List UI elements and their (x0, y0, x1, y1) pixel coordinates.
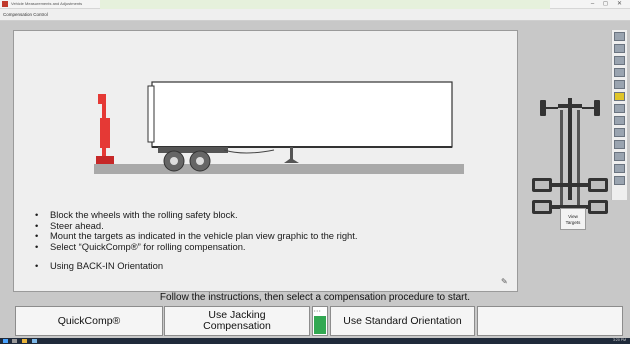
app-taskbar-icon[interactable] (32, 339, 37, 343)
tool-icon[interactable] (614, 104, 625, 113)
screen-title: Compensation Control (3, 12, 48, 17)
tool-icon[interactable] (614, 164, 625, 173)
wrench-icon[interactable]: ✎ (501, 277, 511, 287)
ground-platform (94, 164, 464, 174)
header-bar: Compensation Control (0, 9, 630, 21)
tool-icon[interactable] (614, 128, 625, 137)
folder-icon[interactable] (22, 339, 27, 343)
app-icon (2, 1, 8, 7)
taskbar: 3:20 PM (0, 338, 630, 344)
front-target (540, 100, 546, 116)
tool-icon[interactable] (614, 152, 625, 161)
quickcomp-button[interactable]: QuickComp® (15, 306, 163, 336)
hint-bar (100, 0, 550, 9)
orientation-note: Using BACK-IN Orientation (34, 261, 357, 272)
status-message: Follow the instructions, then select a c… (159, 292, 471, 303)
trailer-body (151, 81, 453, 148)
tool-icon[interactable] (614, 44, 625, 53)
target-stand (96, 94, 114, 164)
instruction-item: Select “QuickComp®” for rolling compensa… (34, 241, 357, 253)
minimize-button[interactable]: – (587, 0, 598, 9)
close-button[interactable]: ✕ (614, 0, 625, 9)
tool-icon[interactable] (614, 176, 625, 185)
button-bar: QuickComp® Use Jacking Compensation • • … (0, 304, 630, 338)
maximize-button[interactable]: ◻ (600, 0, 611, 9)
tool-icon[interactable] (614, 80, 625, 89)
main-panel: Block the wheels with the rolling safety… (13, 30, 518, 292)
tool-icon[interactable] (614, 56, 625, 65)
window-title: Vehicle Measurements and Adjustments (11, 1, 83, 6)
instruction-item: Block the wheels with the rolling safety… (34, 209, 357, 221)
view-targets-button[interactable]: View Targets (560, 208, 586, 230)
trailer-illustration (94, 81, 464, 174)
status-indicator: • • • (312, 306, 328, 336)
front-target (594, 100, 600, 116)
standard-orientation-button[interactable]: Use Standard Orientation (330, 306, 475, 336)
tool-icon[interactable] (614, 92, 625, 101)
start-icon[interactable] (3, 339, 8, 343)
tool-icon[interactable] (614, 116, 625, 125)
tool-icon[interactable] (614, 32, 625, 41)
tool-strip (611, 30, 627, 200)
tool-icon[interactable] (614, 68, 625, 77)
tool-icon[interactable] (614, 140, 625, 149)
instruction-list: Block the wheels with the rolling safety… (34, 209, 357, 272)
clock: 3:20 PM (612, 338, 626, 342)
empty-button[interactable] (477, 306, 623, 336)
jacking-compensation-button[interactable]: Use Jacking Compensation (164, 306, 310, 336)
search-icon[interactable] (12, 339, 17, 343)
